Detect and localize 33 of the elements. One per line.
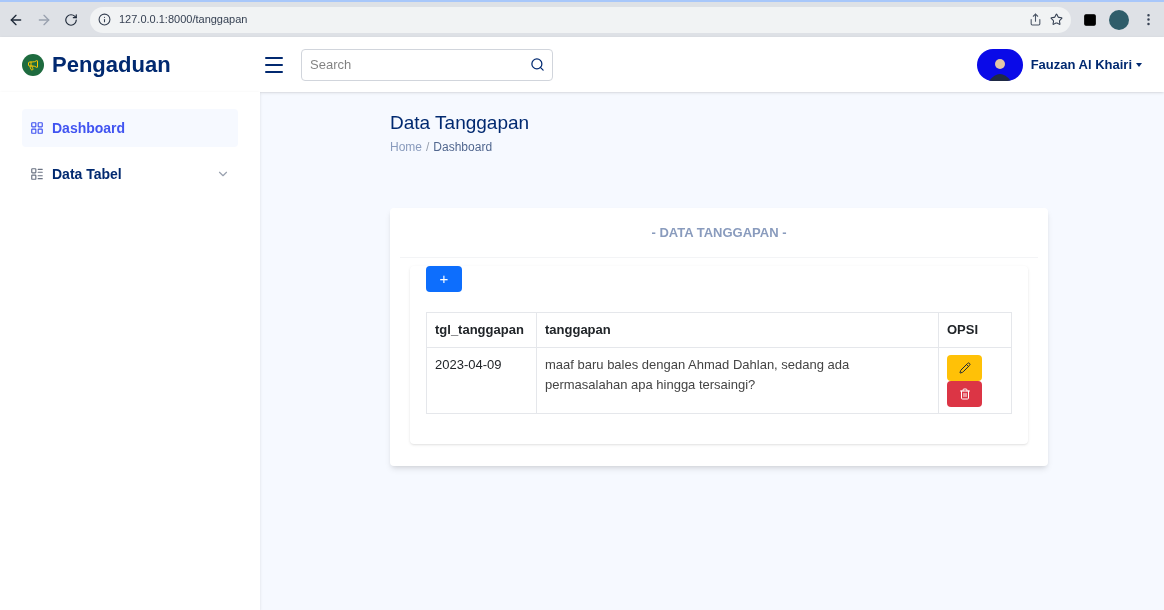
table-cell: 2023-04-09 — [426, 347, 537, 414]
edit-button[interactable] — [947, 355, 982, 381]
card-title: - DATA TANGGAPAN - — [400, 207, 1038, 258]
sidebar-item[interactable]: Dashboard — [22, 109, 238, 147]
grid-icon — [30, 121, 44, 135]
table-icon — [30, 167, 44, 181]
brand-name: Pengaduan — [52, 51, 171, 79]
address-bar[interactable]: 127.0.0.1:8000/tanggapan — [90, 6, 1071, 33]
add-button[interactable]: + — [426, 266, 462, 292]
user-name[interactable]: Fauzan Al Khairi — [1030, 54, 1132, 75]
profile-icon[interactable] — [1109, 9, 1129, 30]
sidebar-item[interactable]: Data Tabel — [22, 155, 238, 193]
side-panel-icon[interactable] — [1083, 12, 1097, 27]
share-icon[interactable] — [1029, 13, 1042, 26]
breadcrumb-separator: / — [426, 138, 430, 156]
search-field[interactable]: Search — [301, 48, 553, 81]
table-cell: maaf baru bales dengan Ahmad Dahlan, sedang ada permasalahan apa hingga tersaingi? — [536, 347, 939, 414]
pencil-icon — [958, 362, 971, 374]
page-title: Data Tanggapan — [390, 111, 531, 135]
column-header: OPSI — [938, 312, 1012, 348]
delete-button[interactable] — [947, 381, 982, 407]
reload-icon[interactable] — [64, 12, 78, 27]
trash-icon — [958, 388, 971, 400]
url-text: 127.0.0.1:8000/tanggapan — [119, 12, 248, 28]
user-avatar[interactable] — [976, 48, 1023, 81]
column-header: tgl_tanggapan — [426, 312, 537, 348]
breadcrumb-item[interactable]: Dashboard — [433, 137, 493, 156]
info-icon[interactable] — [98, 13, 111, 26]
column-header: tanggapan — [536, 312, 939, 348]
caret-icon[interactable] — [1136, 62, 1142, 67]
star-icon[interactable] — [1050, 13, 1063, 26]
search-icon[interactable] — [530, 56, 545, 72]
logo-icon — [22, 53, 44, 76]
